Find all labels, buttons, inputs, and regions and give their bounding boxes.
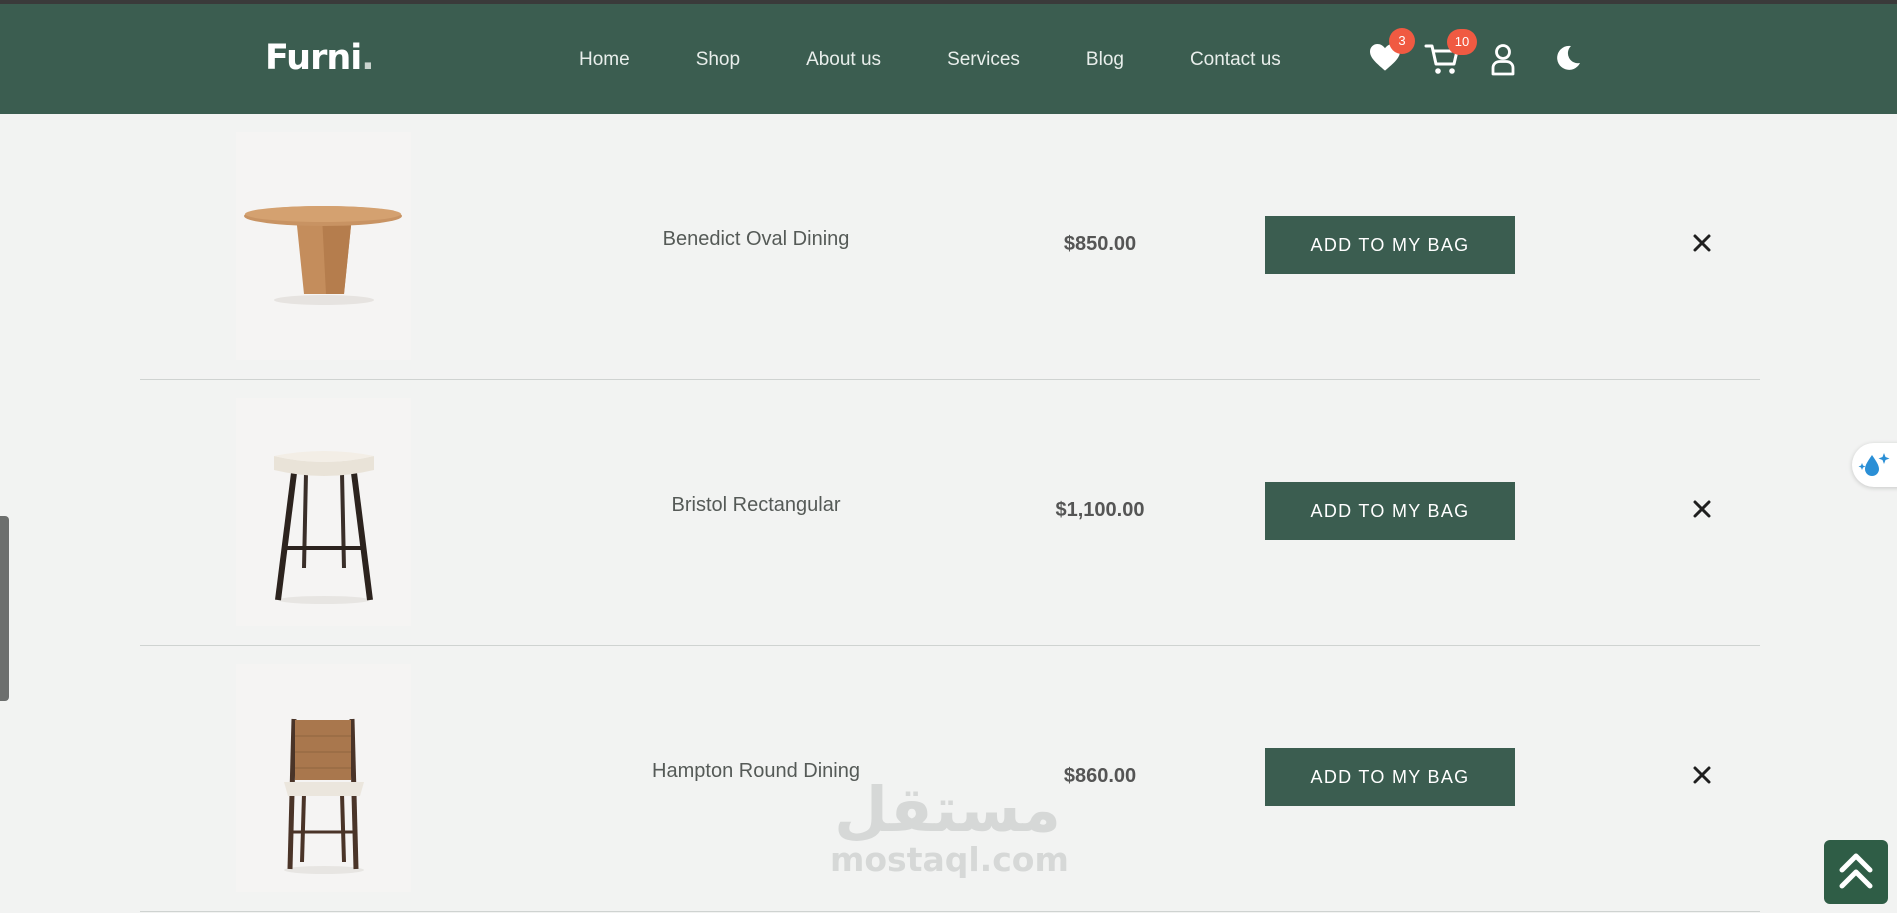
remove-item-button[interactable]: [1687, 228, 1717, 258]
product-price: $850.00: [1063, 233, 1137, 255]
product-image-dining-chair[interactable]: [236, 664, 411, 892]
scroll-to-top-button[interactable]: [1824, 840, 1888, 904]
product-image-bar-stool[interactable]: [236, 398, 411, 626]
product-image-oval-table[interactable]: [236, 132, 411, 360]
nav-blog[interactable]: Blog: [1086, 49, 1124, 71]
product-price: $1,100.00: [1055, 499, 1145, 521]
brand-dot: .: [361, 38, 374, 78]
side-drawer-handle[interactable]: [0, 516, 9, 701]
product-name[interactable]: Benedict Oval Dining: [576, 228, 936, 251]
moon-icon: [1557, 45, 1580, 70]
sparkle-drop-icon: [1858, 453, 1890, 476]
bar-stool-image: [274, 451, 374, 604]
brand-logo[interactable]: Furni.: [265, 38, 375, 78]
remove-item-button[interactable]: [1687, 494, 1717, 524]
accessibility-widget-button[interactable]: [1852, 443, 1897, 487]
close-icon: [1693, 500, 1711, 518]
nav-home[interactable]: Home: [579, 49, 630, 71]
double-chevron-up-icon: [1839, 853, 1873, 889]
add-to-bag-button[interactable]: ADD TO MY BAG: [1265, 216, 1515, 274]
main-nav: Home Shop About us Services Blog Contact…: [579, 49, 1281, 71]
product-name[interactable]: Bristol Rectangular: [576, 494, 936, 517]
user-icon: [1491, 44, 1515, 76]
nav-services[interactable]: Services: [947, 49, 1020, 71]
wishlist-table: Benedict Oval Dining $850.00 ADD TO MY B…: [140, 114, 1760, 912]
table-row: Hampton Round Dining $860.00 ADD TO MY B…: [140, 646, 1760, 912]
oval-table-image: [244, 206, 402, 305]
nav-contact-us[interactable]: Contact us: [1190, 49, 1281, 71]
theme-toggle-button[interactable]: [1554, 44, 1584, 74]
account-button[interactable]: [1490, 42, 1518, 78]
wishlist-button[interactable]: 3: [1368, 28, 1415, 76]
dining-chair-image: [284, 718, 364, 874]
product-name[interactable]: Hampton Round Dining: [576, 760, 936, 783]
close-icon: [1693, 234, 1711, 252]
close-icon: [1693, 766, 1711, 784]
remove-item-button[interactable]: [1687, 760, 1717, 790]
table-row: Benedict Oval Dining $850.00 ADD TO MY B…: [140, 114, 1760, 380]
navbar: Furni. Home Shop About us Services Blog …: [0, 4, 1897, 114]
nav-shop[interactable]: Shop: [696, 49, 740, 71]
nav-about-us[interactable]: About us: [806, 49, 881, 71]
wishlist-count-badge: 3: [1389, 28, 1415, 54]
cart-button[interactable]: 10: [1424, 29, 1477, 76]
cart-count-badge: 10: [1447, 29, 1477, 55]
add-to-bag-button[interactable]: ADD TO MY BAG: [1265, 482, 1515, 540]
brand-name: Furni: [265, 38, 362, 78]
add-to-bag-button[interactable]: ADD TO MY BAG: [1265, 748, 1515, 806]
table-row: Bristol Rectangular $1,100.00 ADD TO MY …: [140, 380, 1760, 646]
product-price: $860.00: [1063, 765, 1137, 787]
